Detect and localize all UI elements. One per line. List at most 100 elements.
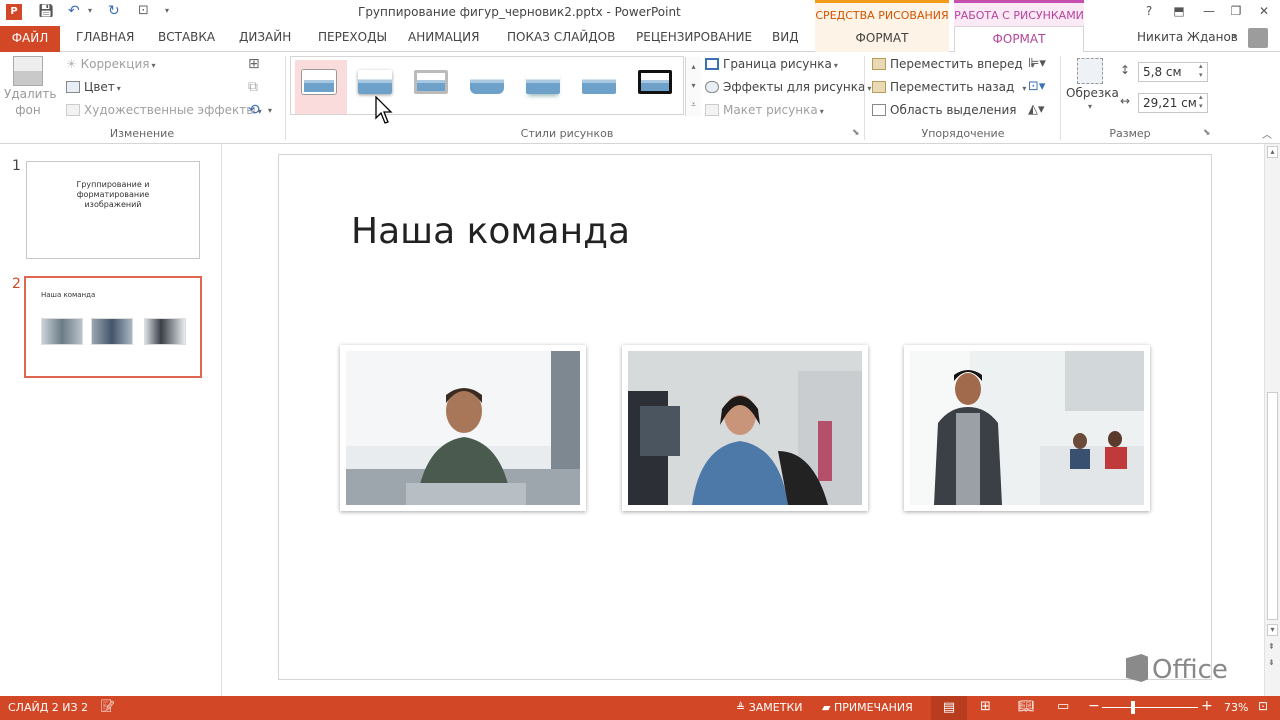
help-icon[interactable]: ? <box>1136 4 1162 22</box>
gallery-more-icon[interactable]: ⩡ <box>686 95 701 114</box>
tab-home[interactable]: ГЛАВНАЯ <box>76 30 134 44</box>
normal-view-icon[interactable]: ▤ <box>931 696 967 720</box>
width-input[interactable]: 29,21 см <box>1138 93 1208 113</box>
crop-button[interactable]: Обрезка ▾ <box>1066 58 1119 111</box>
ribbon-display-icon[interactable]: ⬒ <box>1166 4 1192 22</box>
artistic-effects-icon <box>66 104 80 116</box>
tab-insert[interactable]: ВСТАВКА <box>158 30 215 44</box>
height-input[interactable]: 5,8 см <box>1138 62 1208 82</box>
slide-canvas[interactable]: Наша команда <box>278 154 1212 680</box>
picture-border-button[interactable]: Граница рисунка ▾ <box>705 57 838 71</box>
tab-animations[interactable]: АНИМАЦИЯ <box>408 30 479 44</box>
close-button[interactable]: ✕ <box>1251 4 1277 22</box>
team-photo-3[interactable] <box>904 345 1150 511</box>
zoom-slider[interactable] <box>1102 707 1198 708</box>
redo-icon[interactable]: ↻ <box>108 3 120 19</box>
selection-pane-label: Область выделения <box>890 103 1017 117</box>
picture-style-7[interactable] <box>635 67 675 97</box>
customize-qat-icon[interactable]: ▾ <box>165 6 169 15</box>
size-dialog-launcher-icon[interactable]: ⬊ <box>1203 128 1211 138</box>
save-icon[interactable]: 💾︎ <box>38 4 55 19</box>
comments-button[interactable]: ▰ ПРИМЕЧАНИЯ <box>822 701 913 714</box>
fit-slide-icon[interactable]: ⊡ <box>1258 699 1268 713</box>
picture-tools-context: РАБОТА С РИСУНКАМИ <box>954 0 1084 26</box>
restore-button[interactable]: ❐ <box>1223 4 1249 22</box>
thumbnail-photo <box>91 318 133 345</box>
slide-number: 2 <box>12 276 21 292</box>
selection-pane-button[interactable]: Область выделения <box>872 103 1017 117</box>
height-spinner[interactable]: ▴ ▾ <box>1199 62 1203 80</box>
gallery-scroll[interactable]: ▴ ▾ ⩡ <box>685 57 701 116</box>
picture-style-1[interactable] <box>299 67 339 97</box>
slideshow-view-icon[interactable]: ▭ <box>1057 699 1069 714</box>
slide-sorter-icon[interactable]: ⊞ <box>980 699 991 714</box>
scroll-down-icon[interactable]: ▾ <box>1267 624 1278 636</box>
artistic-effects-button[interactable]: Художественные эффекты ▾ <box>66 103 262 117</box>
picture-effects-button[interactable]: Эффекты для рисунка ▾ <box>705 80 871 94</box>
zoom-in-icon[interactable]: + <box>1201 698 1213 714</box>
next-slide-icon[interactable]: ⇟ <box>1268 658 1275 667</box>
picture-style-5[interactable] <box>523 67 563 97</box>
undo-icon[interactable]: ↶ <box>68 3 80 19</box>
team-photo-2[interactable] <box>622 345 868 511</box>
change-picture-icon[interactable]: ⧉ <box>248 79 258 95</box>
collapse-ribbon-icon[interactable]: ︿ <box>1262 126 1272 141</box>
picture-layout-button[interactable]: Макет рисунка ▾ <box>705 103 824 117</box>
zoom-out-icon[interactable]: − <box>1088 698 1100 714</box>
zoom-slider-handle[interactable] <box>1131 701 1135 714</box>
picture-style-4[interactable] <box>467 67 507 97</box>
office-logo: Office <box>1126 654 1228 685</box>
powerpoint-app-icon[interactable]: P <box>6 4 22 20</box>
correction-button[interactable]: ☀ Коррекция ▾ <box>66 57 156 71</box>
zoom-level[interactable]: 73% <box>1224 701 1248 714</box>
width-spinner[interactable]: ▴ ▾ <box>1199 93 1203 111</box>
tab-review[interactable]: РЕЦЕНЗИРОВАНИЕ <box>636 30 752 44</box>
send-backward-button[interactable]: Переместить назад ▾ <box>872 80 1026 94</box>
chevron-down-icon[interactable]: ▾ <box>268 106 272 115</box>
color-button[interactable]: Цвет ▾ <box>66 80 121 94</box>
slide-thumbnail-2[interactable]: Наша команда <box>24 276 202 378</box>
tab-format-drawing[interactable]: ФОРМАТ <box>815 26 949 52</box>
slide-title[interactable]: Наша команда <box>351 211 630 252</box>
previous-slide-icon[interactable]: ⇞ <box>1268 642 1275 651</box>
start-slideshow-icon[interactable]: ⊡ <box>138 3 149 18</box>
picture-style-3[interactable] <box>411 67 451 97</box>
group-objects-icon[interactable]: ⊡▾ <box>1028 79 1045 94</box>
undo-dropdown-icon[interactable]: ▾ <box>88 6 92 15</box>
tab-slideshow[interactable]: ПОКАЗ СЛАЙДОВ <box>507 30 615 44</box>
remove-background-button[interactable]: Удалить фон <box>4 56 57 124</box>
spell-check-icon[interactable]: 📝︎ <box>100 699 115 713</box>
minimize-button[interactable]: — <box>1196 4 1222 22</box>
user-dropdown-icon[interactable]: ▾ <box>1233 32 1237 41</box>
team-photo-1[interactable] <box>340 345 586 511</box>
notes-button[interactable]: ≜ ЗАМЕТКИ <box>736 701 803 714</box>
tab-format-picture[interactable]: ФОРМАТ <box>954 26 1084 53</box>
comments-icon: ▰ <box>822 701 834 714</box>
gallery-down-icon[interactable]: ▾ <box>686 76 701 95</box>
tab-file[interactable]: ФАЙЛ <box>0 26 60 52</box>
reading-view-icon[interactable]: 📖︎ <box>1018 699 1035 714</box>
scroll-up-icon[interactable]: ▴ <box>1267 146 1278 158</box>
tab-design[interactable]: ДИЗАЙН <box>239 30 291 44</box>
chevron-down-icon: ▾ <box>116 84 121 93</box>
user-name[interactable]: Никита Жданов <box>1137 30 1238 44</box>
picture-style-6[interactable] <box>579 67 619 97</box>
bring-forward-icon <box>872 58 886 70</box>
photo-image <box>346 351 580 505</box>
gallery-up-icon[interactable]: ▴ <box>686 57 701 76</box>
slide-thumbnail-1[interactable]: Группирование и форматирование изображен… <box>26 161 200 259</box>
tab-view[interactable]: ВИД <box>772 30 799 44</box>
scroll-thumb[interactable] <box>1267 392 1278 620</box>
compress-pictures-icon[interactable]: ⊞ <box>248 56 260 72</box>
align-icon[interactable]: ⊫▾ <box>1028 56 1046 71</box>
dialog-launcher-icon[interactable]: ⬊ <box>852 128 860 138</box>
reset-picture-icon[interactable]: ⟲ <box>248 102 260 118</box>
rotate-icon[interactable]: ◭▾ <box>1028 102 1045 117</box>
avatar[interactable] <box>1248 28 1268 48</box>
vertical-scrollbar[interactable]: ▴ ▾ ⇞ ⇟ <box>1264 144 1280 696</box>
tab-transitions[interactable]: ПЕРЕХОДЫ <box>318 30 387 44</box>
picture-style-2[interactable] <box>355 67 395 97</box>
bring-forward-button[interactable]: Переместить вперед ▾ <box>872 57 1035 71</box>
group-label-styles: Стили рисунков <box>520 127 614 140</box>
window-title: Группирование фигур_черновик2.pptx - Pow… <box>358 5 681 19</box>
